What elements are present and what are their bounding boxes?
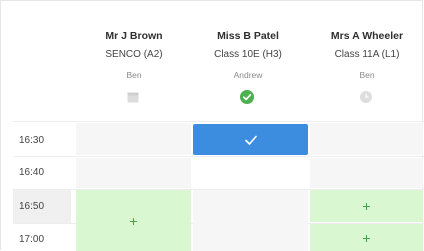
checkmark-icon (244, 135, 257, 145)
teacher-name: Mr J Brown (105, 30, 163, 42)
calendar-icon (127, 92, 139, 103)
slot-unavailable (76, 158, 191, 188)
row-divider (13, 121, 424, 122)
slot-unavailable (76, 123, 191, 155)
add-icon: + (362, 198, 371, 214)
slot-booked[interactable] (193, 124, 308, 155)
teacher-name: Miss B Patel (217, 30, 279, 42)
student-name: Andrew (233, 70, 263, 80)
appointments-grid: Mr J Brown SENCO (A2) Ben Miss B Patel C… (0, 0, 424, 251)
slot-unavailable (193, 190, 308, 251)
add-icon: + (129, 212, 138, 229)
slot-available-wheeler-1700[interactable]: + (310, 224, 423, 251)
time-label: 16:40 (19, 167, 45, 178)
student-name: Ben (126, 70, 142, 80)
student-name: Ben (359, 70, 375, 80)
time-label: 16:50 (19, 201, 45, 212)
teacher-class: Class 11A (L1) (334, 49, 400, 60)
slot-available-brown[interactable]: + (76, 190, 191, 251)
teacher-class: SENCO (A2) (105, 49, 163, 60)
teacher-class: Class 10E (H3) (214, 49, 282, 60)
teacher-name: Mrs A Wheeler (330, 30, 404, 42)
add-icon: + (362, 229, 371, 246)
row-divider (13, 156, 424, 157)
clock-icon (360, 91, 372, 103)
slot-unavailable (310, 123, 423, 155)
time-label: 17:00 (19, 234, 45, 245)
slot-available-wheeler-1650[interactable]: + (310, 190, 423, 222)
time-label: 16:30 (19, 135, 45, 146)
check-circle-icon (240, 90, 254, 104)
slot-unavailable (310, 158, 423, 188)
